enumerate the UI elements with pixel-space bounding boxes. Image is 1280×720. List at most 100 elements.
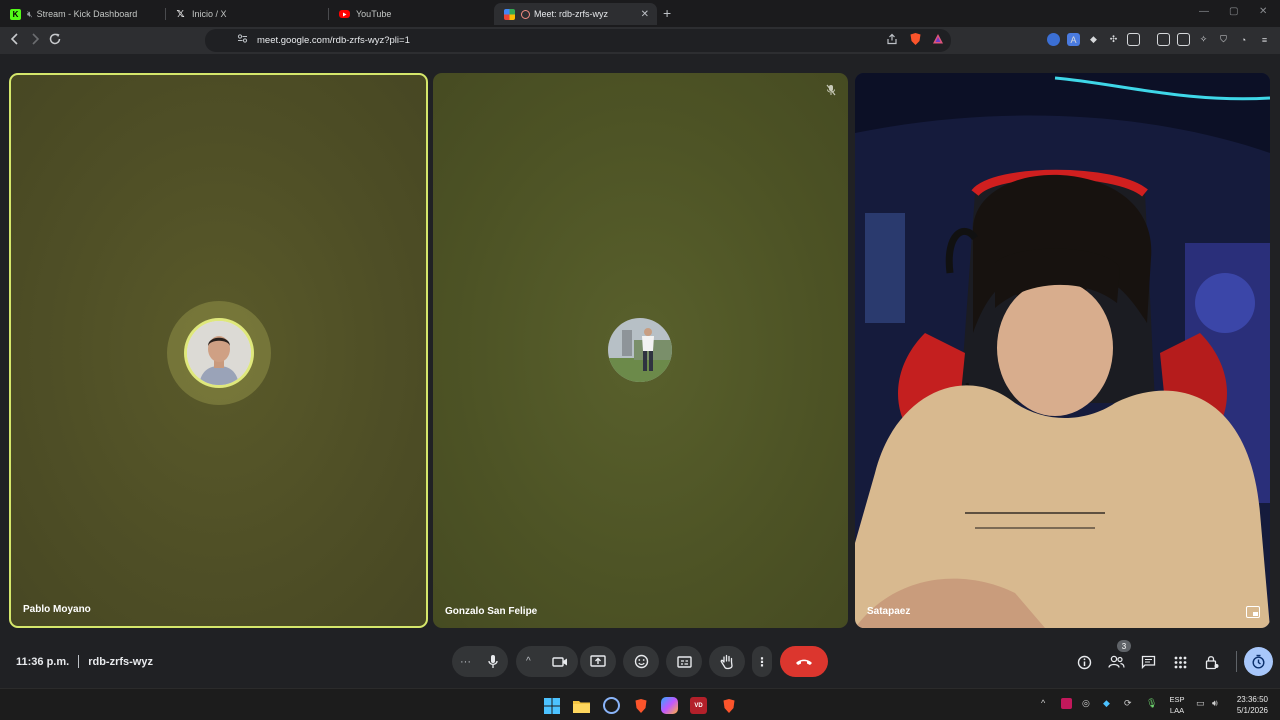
tab-meet[interactable]: Meet: rdb-zrfs-wyz ✕ (494, 3, 657, 25)
tab-strip: K 🔇︎ Stream - Kick Dashboard 𝕏 Inicio / … (0, 0, 1280, 27)
tab-kick-dashboard[interactable]: K 🔇︎ Stream - Kick Dashboard (0, 3, 165, 25)
system-clock[interactable]: 23:36:50 5/1/2026 (1228, 694, 1268, 716)
more-vert-icon: ⋮ (756, 654, 768, 669)
raise-hand-button[interactable] (709, 646, 745, 677)
extension-icon[interactable] (1047, 33, 1060, 46)
timer-icon (1252, 654, 1265, 669)
camera-icon[interactable] (552, 656, 568, 668)
mic-off-icon (824, 83, 838, 97)
chevron-up-icon[interactable]: ^ (526, 656, 531, 667)
people-button[interactable] (1107, 653, 1125, 671)
new-tab-button[interactable]: + (663, 5, 671, 21)
volume-icon[interactable]: 🔊︎ (1212, 698, 1218, 709)
youtube-icon (339, 10, 350, 18)
sync-icon[interactable]: ⟳ (1124, 698, 1132, 709)
audio-settings-icon[interactable]: ··· (460, 656, 471, 668)
present-screen-button[interactable] (580, 646, 616, 677)
leo-ai-icon[interactable]: ✧ (1197, 33, 1210, 46)
browser-toolbar: meet.google.com/rdb-zrfs-wyz?pli=1 A ◆ ✣… (0, 27, 1280, 54)
chat-icon (1141, 655, 1155, 669)
tray-overflow-icon[interactable]: ^ (1041, 698, 1045, 708)
meeting-code: rdb-zrfs-wyz (88, 655, 153, 668)
current-time: 11:36 p.m. (16, 655, 70, 668)
chat-button[interactable] (1139, 653, 1157, 671)
tab-label: Stream - Kick Dashboard (36, 9, 138, 19)
window-close-icon[interactable]: ✕ (1259, 6, 1267, 17)
more-options-button[interactable]: ⋮ (752, 646, 772, 677)
extension-icon[interactable]: ◆ (1087, 33, 1100, 46)
divider (1236, 651, 1237, 672)
maximize-icon[interactable]: ▢ (1229, 6, 1238, 17)
forward-icon[interactable] (29, 32, 41, 50)
present-icon (590, 655, 606, 667)
divider (78, 655, 80, 668)
clock-time: 23:36:50 (1236, 695, 1268, 704)
hand-icon (720, 654, 733, 669)
tray-app-icon[interactable]: ◆ (1103, 698, 1110, 709)
os-taskbar: VD ^ ◎ ◆ ⟳ 🎙︎ ESP LAA ▭ 🔊︎ 23:36:50 5/1/… (0, 688, 1280, 720)
menu-icon[interactable]: ≡ (1258, 33, 1271, 46)
video-editor-icon[interactable]: VD (690, 697, 707, 714)
people-count-badge: 3 (1117, 640, 1131, 652)
hang-up-icon (796, 659, 812, 665)
microphone-tray-icon[interactable]: 🎙︎ (1146, 698, 1157, 709)
participant-tile-satapaez[interactable]: Satapaez (855, 73, 1270, 628)
captions-icon (676, 655, 692, 668)
tab-x[interactable]: 𝕏 Inicio / X (165, 3, 328, 25)
share-icon[interactable] (886, 33, 898, 48)
site-settings-icon[interactable] (237, 33, 248, 47)
meet-stage: Pablo Moyano Gonzalo San Felipe Satapaez… (0, 54, 1280, 688)
meeting-details-button[interactable] (1075, 653, 1093, 671)
start-menu-icon[interactable] (543, 697, 560, 714)
brave-icon[interactable] (632, 697, 649, 714)
tab-label: Inicio / X (192, 9, 227, 19)
participant-name: Gonzalo San Felipe (445, 606, 538, 617)
timer-button[interactable] (1244, 647, 1273, 676)
tab-label: YouTube (356, 9, 392, 19)
x-icon: 𝕏 (176, 8, 185, 20)
tab-youtube[interactable]: YouTube (329, 3, 493, 25)
brave-shields-icon[interactable] (909, 32, 922, 49)
participant-tile-gonzalo[interactable]: Gonzalo San Felipe (433, 73, 848, 628)
brave-beta-icon[interactable] (720, 697, 737, 714)
reactions-button[interactable] (623, 646, 659, 677)
lock-person-icon (1205, 655, 1219, 669)
extension-icon[interactable] (1127, 33, 1140, 46)
video-feed (855, 73, 1270, 628)
language-indicator[interactable]: ESP LAA (1166, 694, 1188, 716)
participant-tile-pablo[interactable]: Pablo Moyano (9, 73, 428, 628)
reload-icon[interactable] (48, 32, 62, 50)
participant-name: Pablo Moyano (23, 604, 91, 615)
language-code: ESP (1169, 695, 1185, 704)
people-icon (1107, 655, 1125, 668)
extensions-puzzle-icon[interactable]: ✣ (1107, 33, 1120, 46)
back-icon[interactable] (9, 32, 21, 50)
mic-icon[interactable] (487, 654, 499, 669)
close-tab-icon[interactable]: ✕ (641, 9, 649, 20)
leave-call-button[interactable] (780, 646, 828, 677)
minimize-icon[interactable]: — (1199, 6, 1209, 17)
address-bar[interactable]: meet.google.com/rdb-zrfs-wyz?pli=1 (205, 29, 951, 52)
participant-name: Satapaez (867, 606, 911, 617)
wallet-icon[interactable] (1177, 33, 1190, 46)
tray-app-icon[interactable] (1061, 698, 1072, 709)
translate-icon[interactable]: A (1067, 33, 1080, 46)
chrome-tray-icon[interactable]: ◎ (1082, 698, 1090, 709)
copilot-icon[interactable] (661, 697, 678, 714)
file-explorer-icon[interactable] (573, 697, 590, 714)
picture-in-picture-icon[interactable] (1246, 606, 1260, 618)
host-controls-button[interactable] (1203, 653, 1221, 671)
activities-button[interactable] (1171, 653, 1189, 671)
brave-news-icon[interactable]: ◔ (1237, 33, 1250, 46)
clock-date: 5/1/2026 (1236, 706, 1268, 715)
chrome-canary-icon[interactable] (603, 697, 620, 714)
meet-icon (504, 8, 515, 20)
video-controls: ^ (516, 646, 578, 677)
emoji-icon (634, 654, 648, 669)
sidebar-icon[interactable] (1157, 33, 1170, 46)
brave-rewards-icon[interactable] (932, 33, 944, 48)
captions-button[interactable] (666, 646, 702, 677)
vpn-shield-icon[interactable]: ⛉ (1217, 33, 1230, 46)
network-icon[interactable]: ▭ (1196, 698, 1205, 709)
apps-grid-icon (1174, 656, 1186, 668)
